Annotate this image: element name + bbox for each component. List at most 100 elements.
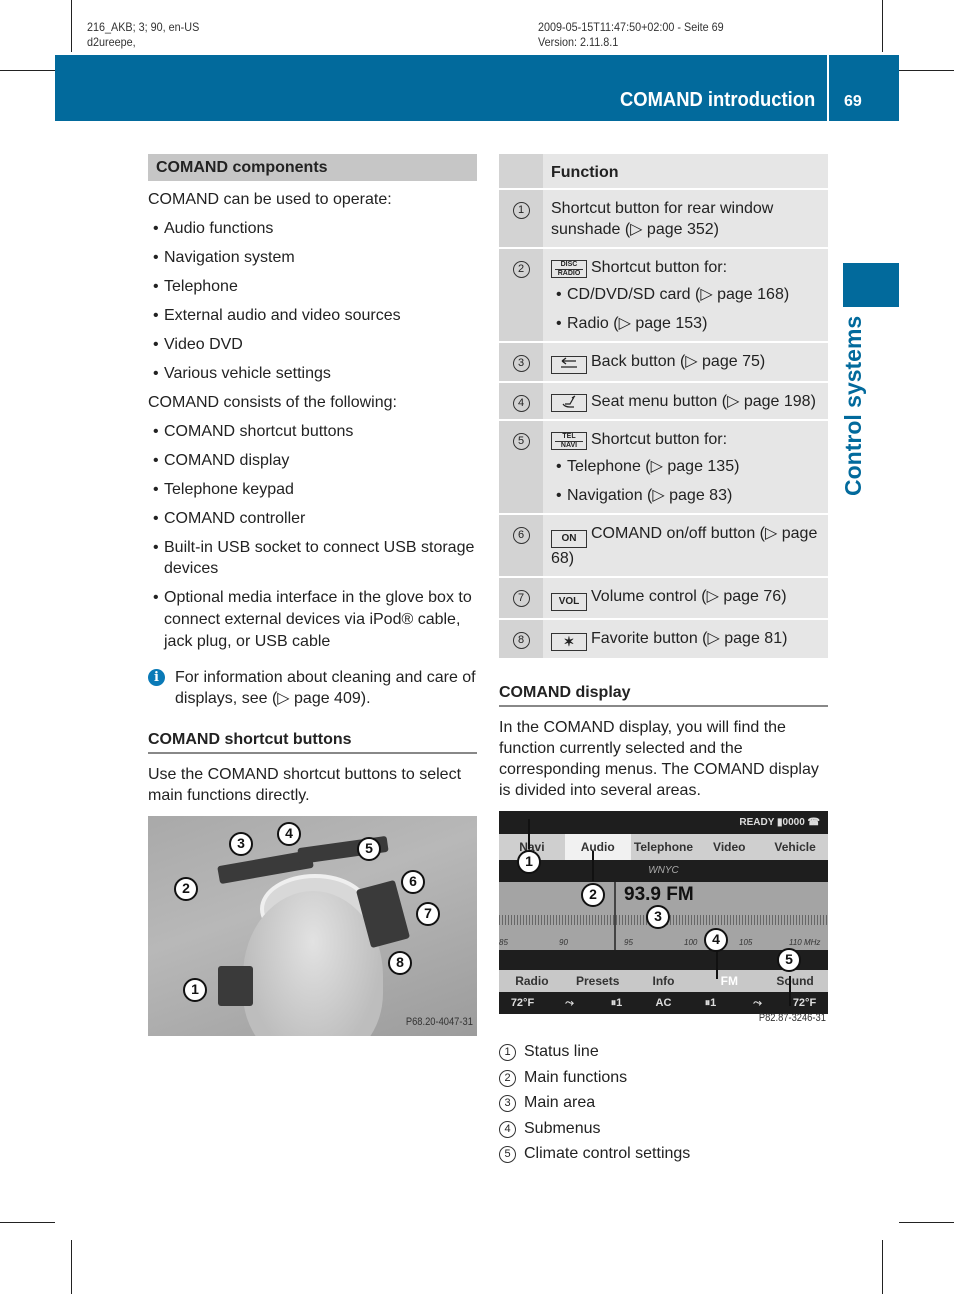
meta-line: Version: 2.11.8.1 <box>538 35 619 49</box>
number-badge: 7 <box>512 590 530 607</box>
table-cell: TELNAVIShortcut button for: Telephone (▷… <box>543 420 828 514</box>
climate-item: 72°F <box>510 997 535 1009</box>
section-heading: COMAND shortcut buttons <box>148 729 477 754</box>
list-item: Various vehicle settings <box>148 363 477 384</box>
menu-item: Vehicle <box>774 840 816 854</box>
callout-3: 3 <box>229 832 253 856</box>
row-text: Back button (▷ page 75) <box>591 353 766 370</box>
table-cell: 2 <box>499 248 543 342</box>
callout-2: 2 <box>174 877 198 901</box>
sub-list: Telephone (▷ page 135) Navigation (▷ pag… <box>551 456 822 506</box>
table-row: 2 DISCRADIOShortcut button for: CD/DVD/S… <box>499 248 828 342</box>
row-text: Shortcut button for: <box>591 259 728 276</box>
submenu-bar: Radio Presets Info FM Sound <box>499 970 828 992</box>
row-text: Volume control (▷ page 76) <box>591 588 787 605</box>
frequency: 93.9 FM <box>624 884 694 905</box>
row-text: COMAND on/off button (▷ page 68) <box>551 525 818 567</box>
back-arrow-icon <box>551 356 587 374</box>
section-heading: COMAND display <box>499 682 828 707</box>
legend-item: 3 Main area <box>499 1092 828 1118</box>
shortcut-text: Use the COMAND shortcut buttons to selec… <box>148 766 462 804</box>
number-badge: 6 <box>512 527 530 544</box>
legend-label: Main functions <box>524 1068 628 1086</box>
menu-item: Telephone <box>633 840 694 854</box>
table-row: 4 Seat menu button (▷ page 198) <box>499 382 828 420</box>
list-item: COMAND shortcut buttons <box>148 421 477 442</box>
sub-list: CD/DVD/SD card (▷ page 168) Radio (▷ pag… <box>551 284 822 334</box>
callout-1: 1 <box>517 850 541 874</box>
table-cell: ✶ Favorite button (▷ page 81) <box>543 619 828 658</box>
table-cell: Seat menu button (▷ page 198) <box>543 382 828 420</box>
crop-mark <box>882 0 883 52</box>
vol-key-icon: VOL <box>551 593 587 611</box>
number-badge: 3 <box>512 355 530 372</box>
callout-4: 4 <box>704 928 728 952</box>
number-badge: 4 <box>499 1120 516 1138</box>
number-badge: 2 <box>512 261 530 278</box>
display-text: In the COMAND display, you will find the… <box>499 719 819 799</box>
header-divider <box>827 55 829 121</box>
shortcut-buttons-photo: 1 2 3 4 5 6 7 8 P68.20-4047-31 <box>148 816 477 1036</box>
table-cell: 3 <box>499 342 543 382</box>
button-strip <box>218 966 253 1006</box>
callout-5: 5 <box>357 837 381 861</box>
meta-line: d2ureepe, <box>87 35 136 49</box>
table-row: 3 Back button (▷ page 75) <box>499 342 828 382</box>
function-table: Function 1 Shortcut button for rear wind… <box>499 154 828 658</box>
crop-mark <box>0 70 55 71</box>
table-cell: 5 <box>499 420 543 514</box>
table-cell: DISCRADIOShortcut button for: CD/DVD/SD … <box>543 248 828 342</box>
list-item: Telephone (▷ page 135) <box>551 456 822 477</box>
callout-leader <box>716 949 718 979</box>
station-name: WNYC <box>499 860 828 882</box>
number-badge: 5 <box>512 433 530 450</box>
note-text: For information about cleaning and care … <box>175 669 476 707</box>
meta-line: 216_AKB; 3; 90, en-US <box>87 20 200 34</box>
status-line: READY ▮0000 ☎ <box>499 811 828 834</box>
table-cell: Back button (▷ page 75) <box>543 342 828 382</box>
favorite-star-icon: ✶ <box>551 633 587 651</box>
row-text: Shortcut button for rear window sunshade… <box>551 200 774 238</box>
list-item: Navigation (▷ page 83) <box>551 485 822 506</box>
print-meta-left: 216_AKB; 3; 90, en-US d2ureepe, <box>87 20 199 50</box>
list-item: External audio and video sources <box>148 305 477 326</box>
list-item: Built-in USB socket to connect USB stora… <box>148 537 477 579</box>
callout-4: 4 <box>277 822 301 846</box>
legend-item: 4 Submenus <box>499 1118 828 1144</box>
table-cell: Shortcut button for rear window sunshade… <box>543 189 828 248</box>
operate-list: Audio functions Navigation system Teleph… <box>148 218 477 384</box>
number-badge: 4 <box>512 395 530 412</box>
figure-code: P68.20-4047-31 <box>405 1016 473 1028</box>
table-row: 5 TELNAVIShortcut button for: Telephone … <box>499 420 828 514</box>
disc-radio-key-icon: DISC RADIO <box>551 260 587 278</box>
legend-label: Status line <box>524 1043 599 1060</box>
menu-item-active: Audio <box>564 834 631 860</box>
section-heading: COMAND components <box>148 154 477 181</box>
print-meta-right: 2009-05-15T11:47:50+02:00 - Seite 69 Ver… <box>538 20 724 50</box>
callout-1: 1 <box>183 978 207 1002</box>
info-icon: i <box>148 669 165 686</box>
chapter-header: COMAND introduction 69 <box>55 55 899 121</box>
main-functions-bar: Navi Audio Telephone Video Vehicle <box>499 834 828 860</box>
crop-mark <box>71 0 72 52</box>
callout-6: 6 <box>401 870 425 894</box>
table-row: 8 ✶ Favorite button (▷ page 81) <box>499 619 828 658</box>
number-badge: 8 <box>512 632 530 649</box>
list-item: Radio (▷ page 153) <box>551 313 822 334</box>
meta-line: 2009-05-15T11:47:50+02:00 - Seite 69 <box>538 20 724 34</box>
scale-labels: 85 90 95 100 105 110 MHz <box>499 932 828 947</box>
number-badge: 1 <box>512 202 530 219</box>
climate-item: AC <box>655 997 672 1009</box>
callout-7: 7 <box>416 902 440 926</box>
side-tab-label: Control systems <box>840 315 866 496</box>
callout-3: 3 <box>646 905 670 929</box>
page-number: 69 <box>844 93 862 110</box>
crop-mark <box>0 1222 55 1223</box>
callout-leader <box>592 851 594 881</box>
comand-display-image: READY ▮0000 ☎ Navi Audio Telephone Video… <box>499 811 828 1029</box>
list-item: COMAND display <box>148 450 477 471</box>
table-cell: 4 <box>499 382 543 420</box>
climate-item: ⏸1 <box>704 997 717 1009</box>
list-item: Optional media interface in the glove bo… <box>148 587 477 653</box>
callout-8: 8 <box>388 951 412 975</box>
